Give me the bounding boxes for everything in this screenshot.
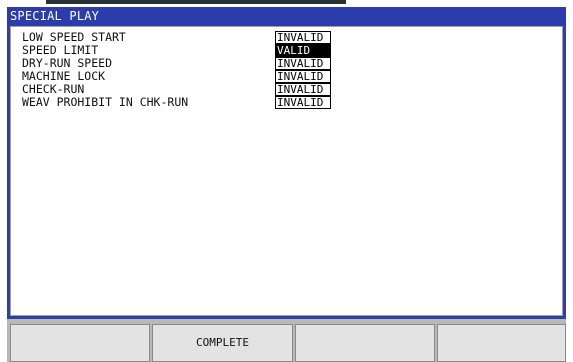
function-key-1[interactable]: [10, 324, 150, 362]
top-strip: [0, 0, 573, 7]
setting-label: WEAV PROHIBIT IN CHK-RUN: [22, 95, 189, 109]
function-key-bar: COMPLETE: [7, 319, 566, 362]
setting-value-check-run[interactable]: INVALID: [275, 83, 331, 96]
function-key-4[interactable]: [437, 324, 566, 362]
setting-value-low-speed-start[interactable]: INVALID: [275, 31, 331, 44]
setting-value-weav-prohibit[interactable]: INVALID: [275, 96, 331, 109]
setting-value-dry-run-speed[interactable]: INVALID: [275, 57, 331, 70]
settings-panel: LOW SPEED START INVALID SPEED LIMIT VALI…: [10, 26, 563, 316]
complete-button[interactable]: COMPLETE: [152, 324, 293, 362]
window-title: SPECIAL PLAY: [7, 7, 566, 26]
special-play-window: SPECIAL PLAY LOW SPEED START INVALID SPE…: [7, 7, 566, 319]
top-strip-dark-segment: [46, 0, 346, 4]
setting-value-machine-lock[interactable]: INVALID: [275, 70, 331, 83]
setting-value-speed-limit[interactable]: VALID: [275, 44, 331, 57]
function-key-3[interactable]: [295, 324, 435, 362]
